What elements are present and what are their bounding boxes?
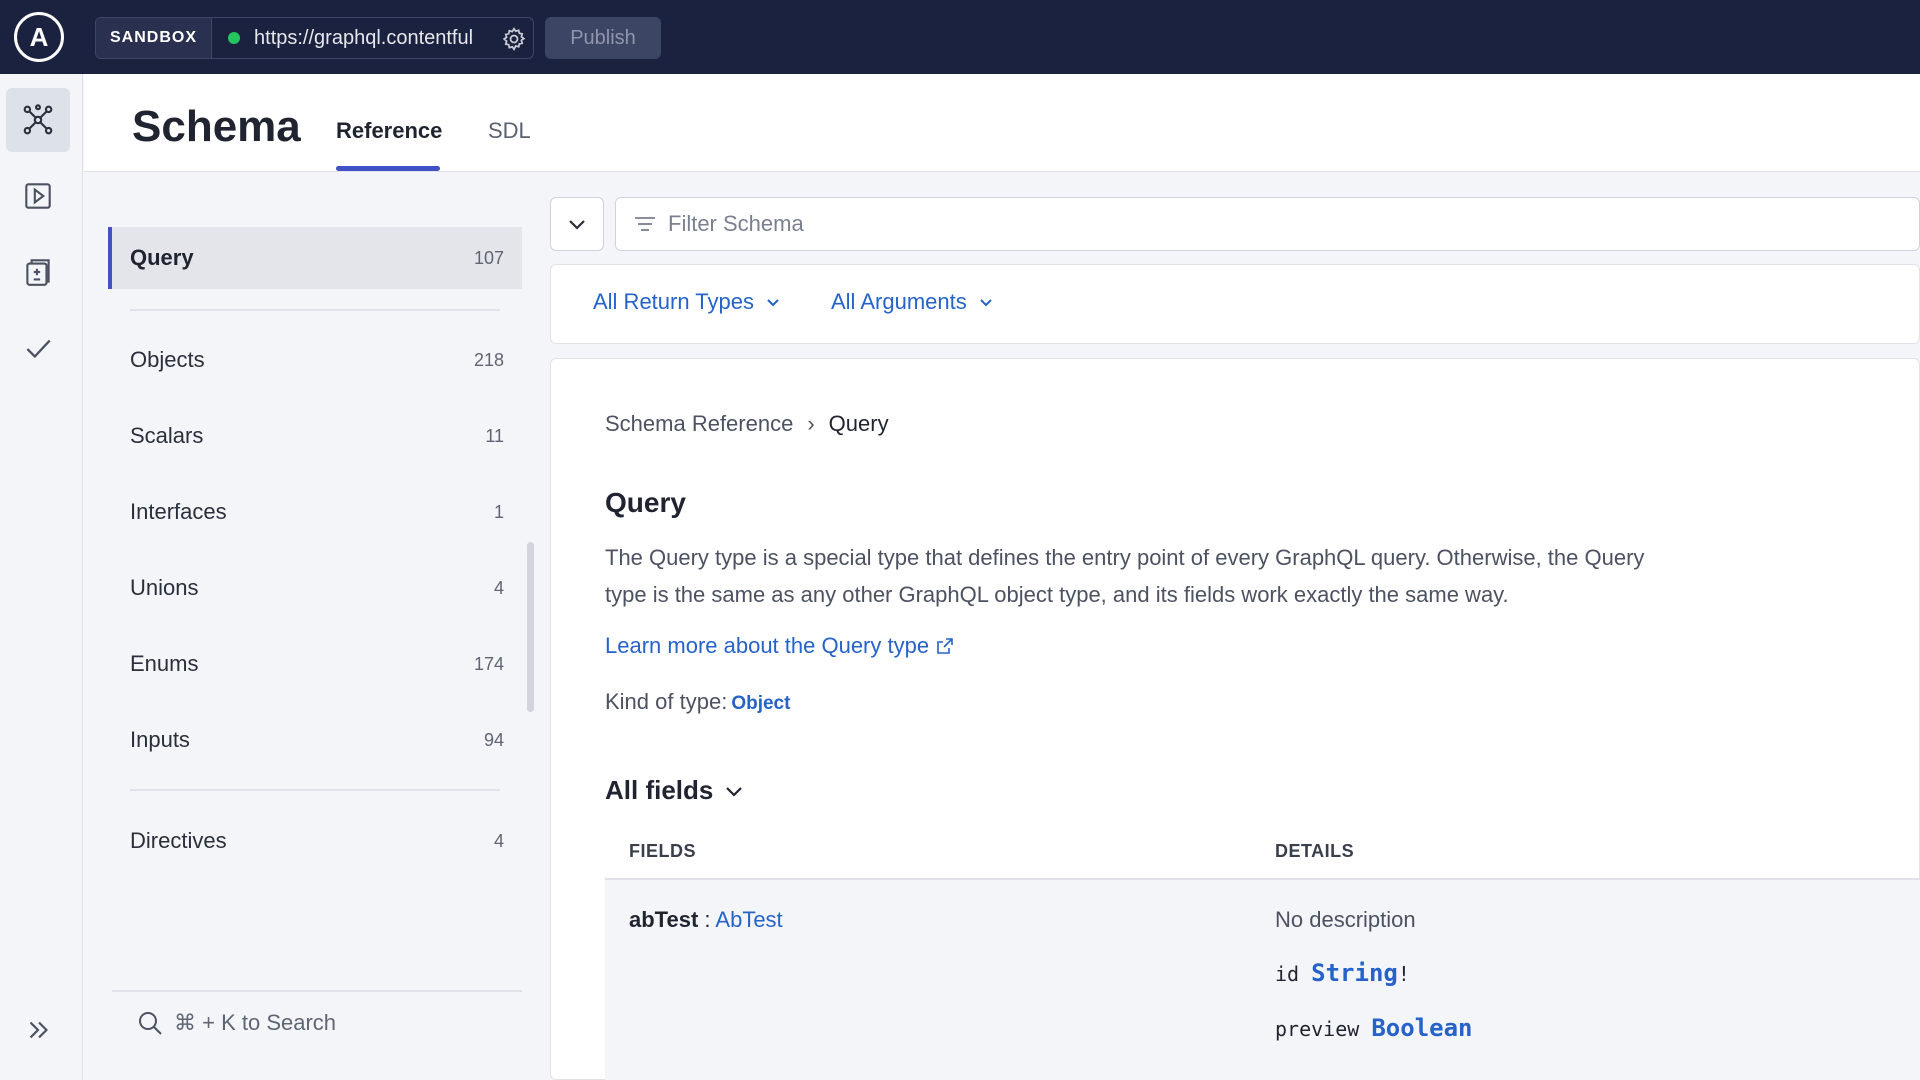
active-tab-indicator	[336, 166, 440, 171]
external-link-icon	[937, 638, 953, 654]
sidebar-item-label: Inputs	[130, 727, 190, 752]
checkmark-icon	[26, 339, 51, 359]
endpoint-group: SANDBOX https://graphql.contentful.c	[95, 17, 534, 59]
type-title: Query	[605, 487, 686, 518]
arguments-dropdown[interactable]: All Arguments	[831, 289, 995, 315]
chevron-right-icon: ›	[807, 411, 815, 436]
return-types-label: All Return Types	[593, 289, 755, 314]
breadcrumb-current: Query	[828, 411, 889, 436]
type-description: The Query type is a special type that de…	[605, 545, 1645, 607]
checks-nav-button[interactable]	[6, 316, 70, 380]
explorer-nav-button[interactable]	[6, 164, 70, 228]
details-column-header: DETAILS	[1275, 841, 1355, 861]
breadcrumb-root-link[interactable]: Schema Reference	[605, 411, 793, 437]
field-signature: abTest : AbTest	[629, 907, 783, 932]
arguments-label: All Arguments	[831, 289, 967, 314]
changelog-nav-button[interactable]	[6, 240, 70, 304]
schema-type-sidebar: Query 107 Objects 218 Scalars 11 Interfa…	[84, 172, 549, 1080]
sidebar-item-query[interactable]: Query 107	[108, 227, 522, 289]
tab-sdl[interactable]: SDL	[488, 118, 531, 144]
sidebar-item-count: 174	[473, 653, 504, 674]
sidebar-item-count: 11	[485, 425, 504, 446]
sidebar-item-count: 107	[473, 247, 504, 268]
type-reference-panel: Schema Reference › Query Query The Query…	[550, 358, 1920, 1080]
chevron-down-icon	[569, 220, 585, 230]
sidebar-scrollbar[interactable]	[527, 542, 534, 712]
schema-icon	[23, 104, 53, 135]
field-description: No description	[1275, 907, 1416, 932]
field-argument: preview Boolean	[1275, 1014, 1473, 1042]
schema-search-button[interactable]: ⌘ + K to Search	[136, 1009, 336, 1037]
filter-schema-input[interactable]: Filter Schema	[615, 197, 1920, 251]
sidebar-item-label: Directives	[130, 828, 227, 853]
filter-dropdown-row: All Return Types All Arguments	[550, 264, 1920, 344]
chevron-down-icon	[726, 786, 743, 797]
table-row	[605, 880, 1920, 1080]
field-name: abTest	[629, 907, 699, 932]
field-argument: id String!	[1275, 959, 1410, 987]
field-type-link[interactable]: AbTest	[715, 907, 782, 932]
sidebar-item-inputs[interactable]: Inputs 94	[108, 709, 522, 771]
sidebar-item-count: 218	[473, 349, 504, 370]
filter-placeholder: Filter Schema	[668, 211, 804, 236]
return-types-dropdown[interactable]: All Return Types	[593, 289, 782, 315]
apollo-logo-icon[interactable]: A	[14, 12, 64, 62]
sidebar-item-scalars[interactable]: Scalars 11	[108, 405, 522, 467]
sidebar-item-label: Objects	[130, 347, 205, 372]
sidebar-item-count: 4	[493, 830, 504, 851]
sandbox-label: SANDBOX	[96, 18, 213, 58]
schema-nav-button[interactable]	[6, 88, 70, 152]
sidebar-item-unions[interactable]: Unions 4	[108, 557, 522, 619]
double-chevron-right-icon	[29, 1021, 49, 1039]
filter-icon	[635, 217, 655, 231]
endpoint-url-input[interactable]: https://graphql.contentful.c	[254, 27, 472, 50]
sidebar-item-objects[interactable]: Objects 218	[108, 329, 522, 391]
schema-header: Schema Reference SDL	[84, 74, 1920, 172]
sidebar-item-label: Scalars	[130, 423, 204, 448]
connection-status-icon	[228, 32, 241, 44]
chevron-down-icon	[767, 299, 779, 307]
tab-reference[interactable]: Reference	[336, 118, 442, 144]
sidebar-divider	[130, 789, 500, 791]
sidebar-item-count: 4	[493, 577, 504, 598]
gear-icon[interactable]	[501, 26, 527, 52]
argument-type-link[interactable]: String	[1311, 959, 1398, 987]
sidebar-item-label: Query	[130, 245, 194, 270]
kind-of-type: Kind of type: Object	[605, 689, 791, 714]
sidebar-item-interfaces[interactable]: Interfaces 1	[108, 481, 522, 543]
document-diff-icon	[26, 259, 50, 286]
search-hint: ⌘ + K to Search	[174, 1010, 337, 1035]
breadcrumb: Schema Reference › Query	[605, 411, 889, 437]
publish-button[interactable]: Publish	[545, 17, 661, 59]
page-title: Schema	[132, 102, 301, 151]
kind-value-link[interactable]: Object	[731, 693, 790, 714]
sidebar-item-label: Interfaces	[130, 499, 227, 524]
sidebar-item-count: 94	[483, 729, 504, 750]
sidebar-divider	[130, 309, 500, 311]
argument-type-link[interactable]: Boolean	[1371, 1014, 1472, 1042]
collapse-button[interactable]	[550, 197, 604, 251]
icon-rail	[0, 74, 83, 1080]
sidebar-item-count: 1	[493, 501, 504, 522]
learn-more-link[interactable]: Learn more about the Query type	[605, 633, 955, 659]
sidebar-item-label: Enums	[130, 651, 199, 676]
all-fields-toggle[interactable]: All fields	[605, 775, 745, 806]
top-bar: A SANDBOX https://graphql.contentful.c P…	[0, 0, 1920, 74]
sidebar-item-label: Unions	[130, 575, 199, 600]
fields-column-header: FIELDS	[629, 841, 697, 861]
chevron-down-icon	[980, 299, 992, 307]
play-icon	[25, 183, 51, 209]
search-icon	[139, 1012, 162, 1035]
expand-sidebar-button[interactable]	[6, 998, 70, 1062]
sidebar-item-enums[interactable]: Enums 174	[108, 633, 522, 695]
sidebar-item-directives[interactable]: Directives 4	[108, 810, 522, 872]
